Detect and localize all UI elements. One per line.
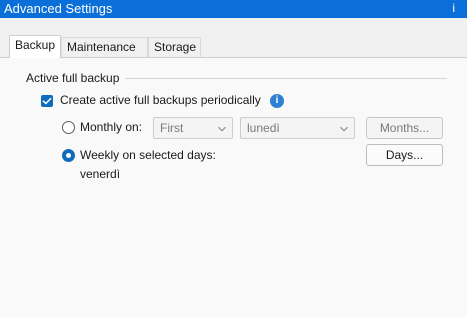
week-of-month-select[interactable]: First (153, 117, 233, 139)
chevron-down-icon (340, 126, 348, 132)
week-of-month-value: First (160, 121, 184, 135)
months-button[interactable]: Months... (366, 117, 443, 139)
monthly-label[interactable]: Monthly on: (80, 120, 142, 135)
day-of-week-select[interactable]: lunedì (240, 117, 355, 139)
day-of-week-value: lunedì (247, 121, 280, 135)
create-active-full-backups-label[interactable]: Create active full backups periodically (60, 93, 261, 108)
days-button[interactable]: Days... (366, 144, 443, 166)
close-icon[interactable]: i (452, 1, 455, 15)
title-bar: Advanced Settings i (0, 0, 467, 18)
monthly-radio[interactable] (62, 121, 75, 134)
info-icon[interactable]: i (270, 94, 284, 108)
window-title: Advanced Settings (4, 1, 113, 16)
checkmark-icon (42, 97, 52, 105)
weekly-label[interactable]: Weekly on selected days: (80, 148, 216, 163)
tab-maintenance[interactable]: Maintenance (61, 37, 148, 57)
create-active-full-backups-checkbox[interactable] (41, 95, 53, 107)
chevron-down-icon (218, 126, 226, 132)
tab-backup[interactable]: Backup (9, 35, 61, 58)
tab-storage[interactable]: Storage (148, 37, 201, 57)
selected-days-text: venerdì (80, 167, 121, 181)
weekly-radio[interactable] (62, 149, 75, 162)
active-full-backup-group-title: Active full backup (26, 71, 126, 85)
